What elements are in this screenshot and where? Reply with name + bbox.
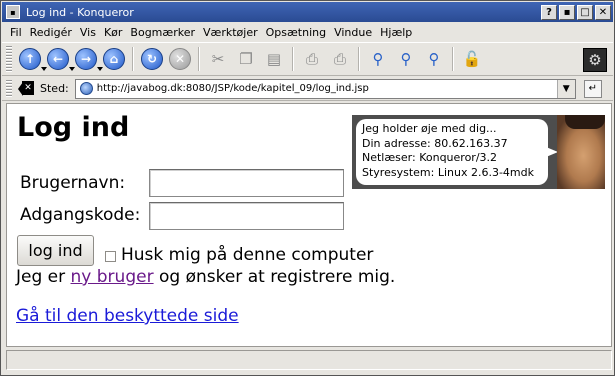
toolbar-separator <box>358 47 360 71</box>
copy-icon[interactable]: ❐ <box>235 48 257 70</box>
info-line-address: Din adresse: 80.62.163.37 <box>362 136 508 150</box>
location-grip[interactable] <box>6 79 12 98</box>
paste-icon[interactable]: ▤ <box>263 48 285 70</box>
remember-me-label[interactable]: Husk mig på denne computer <box>121 245 373 265</box>
clear-location-icon[interactable] <box>18 80 34 96</box>
new-user-link[interactable]: ny bruger <box>71 267 154 287</box>
lock-icon[interactable]: 🔓 <box>461 48 483 70</box>
username-label: Brugernavn: <box>20 173 126 193</box>
menu-bar: Fil Redigér Vis Kør Bogmærker Værktøjer … <box>2 23 613 41</box>
menu-opsaetning[interactable]: Opsætning <box>262 26 330 39</box>
register-line: Jeg er ny bruger og ønsker at registrere… <box>16 267 395 287</box>
zoom-in-icon[interactable]: ⚲ <box>395 48 417 70</box>
toolbar-separator <box>452 47 454 71</box>
toolbar-separator <box>132 47 134 71</box>
minimize-button[interactable]: ▪ <box>559 4 575 20</box>
toolbar-separator <box>292 47 294 71</box>
username-input[interactable] <box>149 169 344 197</box>
speech-bubble: Jeg holder øje med dig... Din adresse: 8… <box>356 119 558 185</box>
info-line-watch: Jeg holder øje med dig... <box>362 122 497 135</box>
close-button[interactable]: ✕ <box>595 4 611 20</box>
page-favicon-icon <box>79 82 93 95</box>
location-label: Sted: <box>40 82 69 95</box>
url-history-dropdown-icon[interactable]: ▼ <box>556 79 575 98</box>
back-arrow-icon[interactable]: ← <box>47 48 75 71</box>
window-title: Log ind - Konqueror <box>26 5 134 19</box>
window-menu-icon[interactable]: ▪ <box>6 5 20 19</box>
main-toolbar: ↑ ← → ⌂ ↻ ✕ ✂ ❐ ▤ ⎙ ⎙ ⚲ ⚲ ⚲ 🔓 ⚙ <box>2 42 613 76</box>
browser-window: ▪ Log ind - Konqueror ? ▪ □ ✕ Fil Redigé… <box>0 0 615 376</box>
print-icon[interactable]: ⎙ <box>301 48 323 70</box>
help-button[interactable]: ? <box>541 4 557 20</box>
info-line-os: Styresystem: Linux 2.6.3-4mdk <box>362 165 534 179</box>
protected-page-link[interactable]: Gå til den beskyttede side <box>16 306 239 326</box>
menu-kor[interactable]: Kør <box>100 26 126 39</box>
toolbar-separator <box>198 47 200 71</box>
remember-me-checkbox[interactable] <box>105 251 116 262</box>
face-photo <box>557 115 605 189</box>
menu-rediger[interactable]: Redigér <box>26 26 76 39</box>
menu-bogmaerker[interactable]: Bogmærker <box>126 26 199 39</box>
up-arrow-icon[interactable]: ↑ <box>19 48 47 71</box>
toolbar-grip[interactable] <box>6 46 12 72</box>
menu-hjaelp[interactable]: Hjælp <box>376 26 416 39</box>
title-bar: ▪ Log ind - Konqueror ? ▪ □ ✕ <box>2 2 613 22</box>
location-bar: Sted: http://javabog.dk:8080/JSP/kode/ka… <box>2 77 613 101</box>
gear-icon[interactable]: ⚙ <box>583 48 607 72</box>
status-bar <box>6 350 612 370</box>
password-input[interactable] <box>149 202 344 230</box>
zoom-icon[interactable]: ⚲ <box>367 48 389 70</box>
page-content: Log ind Brugernavn: Adgangskode: log ind… <box>6 103 612 347</box>
register-suffix: og ønsker at registrere mig. <box>158 267 396 287</box>
login-button[interactable]: log ind <box>17 235 94 266</box>
menu-fil[interactable]: Fil <box>2 26 26 39</box>
info-line-browser: Netlæser: Konqueror/3.2 <box>362 151 498 164</box>
page-heading: Log ind <box>17 112 130 143</box>
maximize-button[interactable]: □ <box>577 4 593 20</box>
stop-icon[interactable]: ✕ <box>169 48 191 70</box>
reload-icon[interactable]: ↻ <box>141 48 163 70</box>
url-text[interactable]: http://javabog.dk:8080/JSP/kode/kapitel_… <box>97 83 369 94</box>
zoom-out-icon[interactable]: ⚲ <box>423 48 445 70</box>
password-label: Adgangskode: <box>20 205 141 225</box>
menu-vindue[interactable]: Vindue <box>330 26 376 39</box>
cut-icon[interactable]: ✂ <box>207 48 229 70</box>
register-prefix: Jeg er <box>16 267 66 287</box>
visitor-info-box: Jeg holder øje med dig... Din adresse: 8… <box>352 115 605 189</box>
menu-vis[interactable]: Vis <box>76 26 100 39</box>
go-icon[interactable]: ↵ <box>583 79 602 98</box>
home-icon[interactable]: ⌂ <box>103 48 125 70</box>
print-frame-icon[interactable]: ⎙ <box>329 48 351 70</box>
menu-vaerktojer[interactable]: Værktøjer <box>199 26 262 39</box>
url-field[interactable]: http://javabog.dk:8080/JSP/kode/kapitel_… <box>74 78 576 99</box>
forward-arrow-icon[interactable]: → <box>75 48 103 71</box>
